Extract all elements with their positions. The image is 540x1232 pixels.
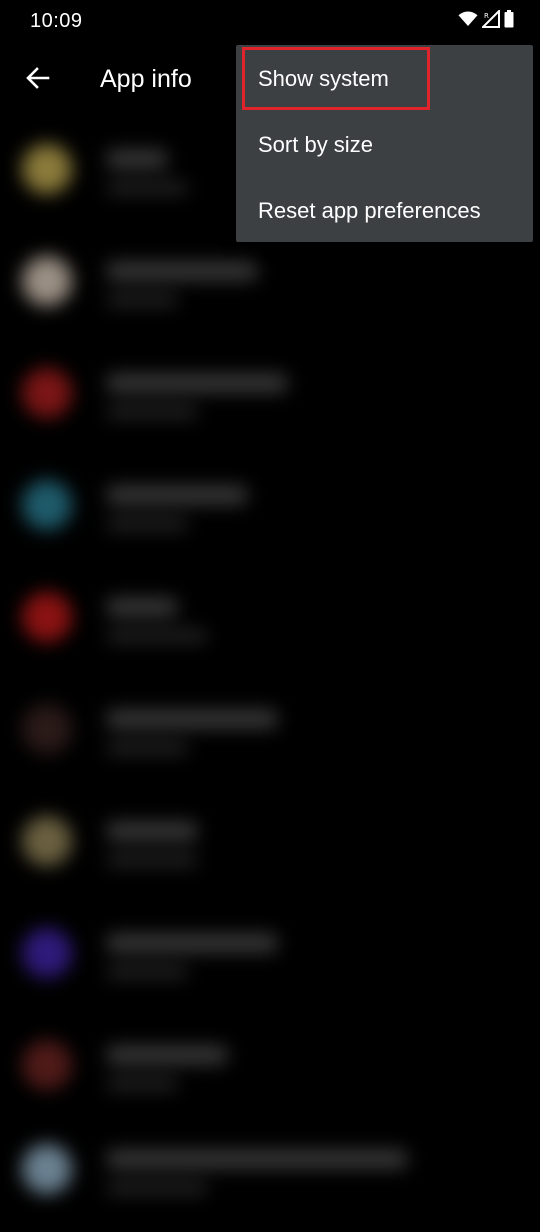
app-icon	[22, 144, 72, 194]
menu-item-label: Reset app preferences	[258, 198, 481, 223]
app-list-item[interactable]	[12, 232, 512, 344]
status-bar: 10:09 R	[0, 0, 540, 44]
app-list-item[interactable]	[12, 792, 512, 904]
app-icon	[22, 1144, 72, 1194]
app-icon	[22, 704, 72, 754]
app-list-item[interactable]	[12, 344, 512, 456]
app-list-item[interactable]	[12, 1016, 512, 1128]
app-list-item[interactable]	[12, 456, 512, 568]
menu-item-label: Sort by size	[258, 132, 373, 157]
svg-text:R: R	[484, 12, 489, 20]
app-icon	[22, 256, 72, 306]
status-time: 10:09	[30, 10, 83, 32]
app-list-item[interactable]	[12, 568, 512, 680]
battery-icon	[504, 10, 514, 28]
app-icon	[22, 480, 72, 530]
menu-item-label: Show system	[258, 66, 389, 91]
app-icon	[22, 368, 72, 418]
page-title: App info	[100, 65, 192, 93]
overflow-menu: Show system Sort by size Reset app prefe…	[236, 45, 533, 242]
app-icon	[22, 592, 72, 642]
app-icon	[22, 1040, 72, 1090]
status-icons: R	[458, 10, 514, 28]
app-icon	[22, 928, 72, 978]
app-list-item[interactable]	[12, 1120, 512, 1232]
menu-item-show-system[interactable]: Show system	[236, 45, 533, 111]
arrow-back-icon	[26, 66, 50, 94]
menu-item-reset-app-preferences[interactable]: Reset app preferences	[236, 177, 533, 243]
app-icon	[22, 816, 72, 866]
app-list	[0, 120, 540, 1194]
wifi-icon	[458, 11, 478, 27]
back-button[interactable]	[20, 62, 56, 98]
app-list-item[interactable]	[12, 680, 512, 792]
signal-icon: R	[482, 10, 500, 28]
app-list-item[interactable]	[12, 904, 512, 1016]
menu-item-sort-by-size[interactable]: Sort by size	[236, 111, 533, 177]
